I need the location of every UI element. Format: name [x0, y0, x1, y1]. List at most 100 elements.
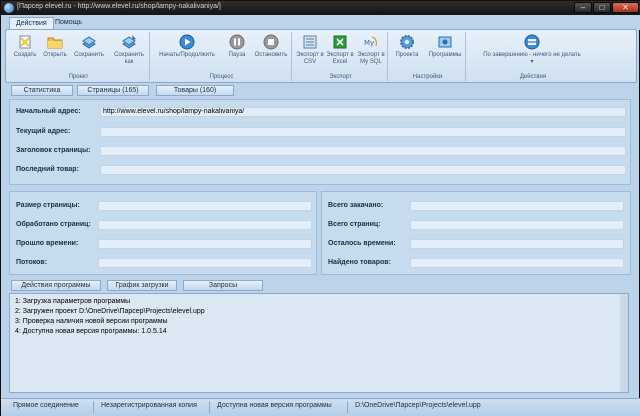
- tab-pages[interactable]: Страницы (165): [77, 85, 149, 96]
- export-mysql-button[interactable]: My Экспорт в My SQL: [356, 34, 386, 66]
- save-button[interactable]: Сохранить: [72, 34, 106, 59]
- tab-products[interactable]: Товары (160): [156, 85, 234, 96]
- last-item-label: Последний товар:: [16, 166, 79, 173]
- maximize-button[interactable]: □: [593, 2, 611, 13]
- last-item-field: [100, 165, 626, 175]
- mysql-icon: My: [364, 36, 377, 47]
- tab-load-graph[interactable]: График загрузки: [107, 280, 177, 291]
- ribbon-group-settings-label: Настройки: [412, 74, 443, 80]
- app-icon: [4, 3, 14, 13]
- export-csv-button[interactable]: Экспорт в CSV: [296, 34, 324, 66]
- start-address-label: Начальный адрес:: [16, 108, 81, 115]
- processed-label: Обработано страниц:: [16, 221, 91, 228]
- status-project-path: D:\OneDrive\Парсер\Projects\elevel.upp: [355, 402, 481, 409]
- downloaded-label: Всего закачано:: [328, 202, 384, 209]
- page-title-field: [100, 146, 626, 156]
- page-size-label: Размер страницы:: [16, 202, 80, 209]
- ribbon-group-project-label: Проект: [68, 74, 89, 80]
- pause-button[interactable]: Пауза: [224, 34, 250, 59]
- status-bar: Прямое соединение Незарегистрированная к…: [1, 398, 640, 416]
- save-icon: [82, 36, 96, 49]
- play-icon: [179, 34, 195, 50]
- film-icon: [524, 34, 540, 50]
- export-csv-label: Экспорт в CSV: [296, 52, 324, 65]
- close-button[interactable]: ✕: [612, 2, 639, 13]
- new-file-icon: [19, 35, 31, 49]
- status-connection: Прямое соединение: [13, 402, 79, 409]
- current-address-label: Текущий адрес:: [16, 128, 71, 135]
- stop-icon: [263, 34, 279, 50]
- project-settings-button[interactable]: Проекта: [392, 34, 422, 59]
- status-license: Незарегистрированная копия: [101, 402, 197, 409]
- elapsed-field: [98, 239, 312, 249]
- processed-field: [98, 220, 312, 230]
- csv-icon: [303, 35, 317, 49]
- export-excel-button[interactable]: Экспорт в Excel: [326, 34, 354, 66]
- log-line: 1: Загрузка параметров программы: [15, 298, 131, 305]
- project-settings-label: Проекта: [395, 52, 419, 58]
- threads-label: Потоков:: [16, 259, 48, 266]
- on-finish-label: По завершению - ничего не делать: [483, 52, 581, 58]
- ribbon-group-actions-label: Действия: [519, 74, 547, 80]
- ribbon-group-process-label: Процесс: [209, 74, 234, 80]
- stop-button[interactable]: Остановить: [252, 34, 290, 59]
- ribbon-group-settings: Проекта Программы Настройки: [390, 32, 466, 81]
- gear-icon: [400, 35, 414, 49]
- window-title: [Парсер elevel.ru - http://www.elevel.ru…: [17, 3, 221, 10]
- log-panel[interactable]: 1: Загрузка параметров программы 2: Загр…: [9, 293, 629, 393]
- start-address-field: http://www.elevel.ru/shop/lampy-nakaliva…: [100, 107, 626, 117]
- remaining-label: Осталось времени:: [328, 240, 396, 247]
- export-mysql-label: Экспорт в My SQL: [357, 52, 385, 65]
- on-finish-dropdown[interactable]: По завершению - ничего не делать ▾: [470, 34, 594, 66]
- status-divider: [93, 401, 94, 413]
- excel-icon: [333, 35, 347, 49]
- status-update: Доступна новая версия программы: [217, 402, 332, 409]
- open-label: Открыть: [43, 52, 67, 58]
- current-address-field: [100, 127, 626, 137]
- chevron-down-icon: ▾: [530, 59, 534, 65]
- status-divider: [209, 401, 210, 413]
- start-label: Начать/Продолжить: [159, 52, 215, 58]
- start-button[interactable]: Начать/Продолжить: [154, 34, 220, 59]
- remaining-field: [410, 239, 624, 249]
- program-settings-label: Программы: [428, 52, 462, 58]
- ribbon-group-process: Начать/Продолжить Пауза Остановить Проце…: [152, 32, 292, 81]
- save-as-label: Сохранить как: [114, 52, 144, 65]
- status-divider: [347, 401, 348, 413]
- open-button[interactable]: Открыть: [42, 34, 68, 59]
- tab-requests[interactable]: Запросы: [183, 280, 263, 291]
- info-panel: Начальный адрес: http://www.elevel.ru/sh…: [9, 99, 631, 185]
- pause-icon: [229, 34, 245, 50]
- found-field: [410, 258, 624, 268]
- create-button[interactable]: Создать: [12, 34, 38, 59]
- page-title-label: Заголовок страницы:: [16, 147, 91, 154]
- total-pages-label: Всего страниц:: [328, 221, 381, 228]
- settings-window-icon: [438, 36, 452, 48]
- threads-field: [98, 258, 312, 268]
- downloaded-field: [410, 201, 624, 211]
- tab-statistics[interactable]: Статистика: [11, 85, 73, 96]
- svg-text:My: My: [364, 39, 374, 47]
- log-line: 3: Проверка наличия новой версии програм…: [15, 318, 168, 325]
- title-bar: [Парсер elevel.ru - http://www.elevel.ru…: [1, 1, 640, 15]
- stats-right-panel: Всего закачано: Всего страниц: Осталось …: [321, 191, 631, 275]
- minimize-button[interactable]: –: [574, 2, 592, 13]
- export-excel-label: Экспорт в Excel: [326, 52, 354, 65]
- page-size-field: [98, 201, 312, 211]
- ribbon-group-project: Создать Открыть Сохранить Сохранить как …: [8, 32, 150, 81]
- program-settings-button[interactable]: Программы: [426, 34, 464, 59]
- ribbon-group-actions: По завершению - ничего не делать ▾ Дейст…: [468, 32, 598, 81]
- stats-left-panel: Размер страницы: Обработано страниц: Про…: [9, 191, 317, 275]
- log-line: 4: Доступна новая версия программы: 1.0.…: [15, 328, 167, 335]
- folder-icon: [47, 37, 63, 49]
- elapsed-label: Прошло времени:: [16, 240, 79, 247]
- ribbon-tabs: Действия Помощь: [1, 15, 640, 30]
- create-label: Создать: [13, 52, 37, 58]
- save-as-button[interactable]: Сохранить как: [110, 34, 148, 66]
- ribbon: Создать Открыть Сохранить Сохранить как …: [5, 29, 637, 83]
- ribbon-group-export: Экспорт в CSV Экспорт в Excel My Экспорт…: [294, 32, 388, 81]
- found-label: Найдено товаров:: [328, 259, 391, 266]
- ribbon-group-export-label: Экспорт: [329, 74, 352, 80]
- log-scrollbar[interactable]: [620, 294, 628, 392]
- tab-program-actions[interactable]: Действия программы: [11, 280, 101, 291]
